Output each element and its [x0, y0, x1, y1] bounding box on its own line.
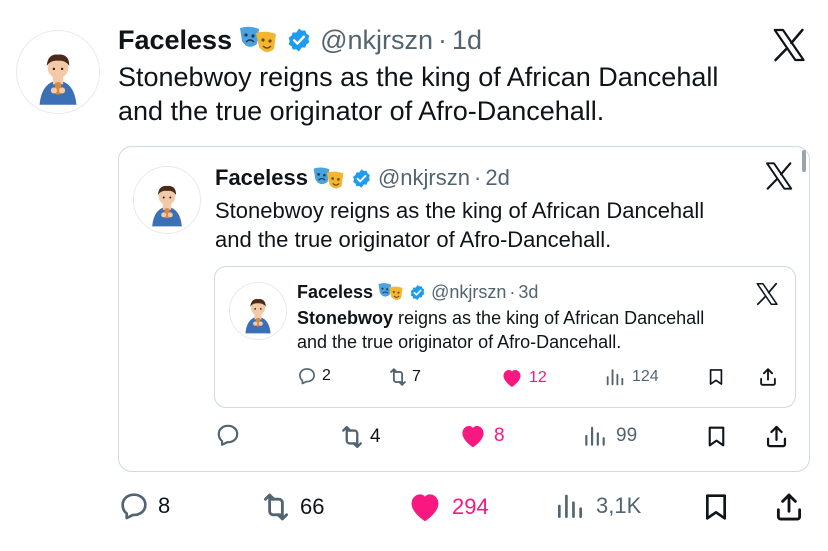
- bookmark-icon[interactable]: [706, 367, 726, 387]
- separator-dot: ·: [438, 24, 448, 55]
- like-count: 8: [494, 425, 505, 446]
- share-icon[interactable]: [763, 423, 790, 450]
- verified-badge-icon[interactable]: [409, 284, 426, 301]
- quote1-reply-button[interactable]: [215, 422, 247, 448]
- quote1-avatar[interactable]: [133, 166, 201, 234]
- verified-badge-icon[interactable]: [286, 27, 312, 53]
- theater-masks-emoji: [312, 166, 345, 191]
- quote1-views-button[interactable]: 99: [582, 423, 637, 449]
- timestamp[interactable]: 3d: [518, 282, 538, 303]
- x-logo-icon: [754, 281, 780, 307]
- reply-button[interactable]: 8: [118, 490, 170, 522]
- x-logo-icon: [770, 26, 808, 64]
- theater-masks-emoji: [377, 282, 404, 302]
- verified-badge-icon[interactable]: [351, 168, 372, 189]
- timestamp[interactable]: 2d: [485, 165, 509, 191]
- views-icon: [582, 423, 608, 449]
- repost-count: 7: [412, 368, 421, 385]
- reply-count: 8: [158, 493, 171, 518]
- share-icon[interactable]: [772, 490, 806, 524]
- avatar-image: [230, 283, 286, 339]
- repost-icon: [387, 366, 409, 388]
- x-logo-icon: [763, 160, 795, 192]
- tweet-header: Faceless @nkjrszn · 1d: [118, 20, 482, 60]
- quote1-text-line-2: and the true originator of Afro-Dancehal…: [215, 227, 612, 252]
- author-handle[interactable]: @nkjrszn: [431, 282, 506, 303]
- author-handle[interactable]: @nkjrszn: [320, 25, 433, 56]
- like-count: 294: [452, 494, 489, 519]
- quote2-text-line-2: and the true originator of Afro-Dancehal…: [297, 332, 622, 352]
- views-count: 124: [632, 368, 659, 385]
- quote2-text-rest: reigns as the king of African Dancehall: [393, 308, 705, 328]
- theater-masks-emoji: [238, 25, 278, 55]
- author-name[interactable]: Faceless: [215, 165, 308, 191]
- views-icon: [604, 366, 626, 388]
- repost-button[interactable]: 66: [258, 490, 324, 524]
- quote2-repost-button[interactable]: 7: [387, 366, 421, 388]
- tweet-text-line-1: Stonebwoy reigns as the king of African …: [118, 62, 719, 92]
- avatar-image: [134, 167, 200, 233]
- tweet-avatar[interactable]: [16, 30, 100, 114]
- quote1-text-line-1: Stonebwoy reigns as the king of African …: [215, 198, 705, 223]
- views-icon: [554, 490, 586, 522]
- quote2-text-line-1: Stonebwoy reigns as the king of African …: [297, 306, 704, 330]
- author-name[interactable]: Faceless: [297, 282, 373, 303]
- reply-icon: [215, 422, 241, 448]
- reply-icon: [297, 366, 317, 386]
- views-count: 3,1K: [596, 493, 642, 518]
- like-button[interactable]: 294: [406, 488, 489, 526]
- like-count: 12: [529, 369, 547, 386]
- timestamp[interactable]: 1d: [452, 25, 482, 56]
- quote2-views-button[interactable]: 124: [604, 366, 659, 388]
- bookmark-icon[interactable]: [700, 491, 732, 523]
- quote2-reply-button[interactable]: 2: [297, 366, 331, 386]
- separator-dot: ·: [474, 165, 482, 190]
- repost-icon: [258, 490, 294, 524]
- repost-icon: [338, 423, 366, 451]
- heart-icon: [458, 421, 488, 451]
- quote1-like-button[interactable]: 8: [458, 421, 505, 451]
- author-handle[interactable]: @nkjrszn: [378, 165, 470, 191]
- views-button[interactable]: 3,1K: [554, 490, 641, 522]
- heart-icon: [406, 488, 444, 526]
- quote-scrollbar[interactable]: [802, 150, 806, 172]
- quote2-like-button[interactable]: 12: [500, 366, 547, 390]
- heart-icon: [500, 366, 524, 390]
- quote2-header: Faceless @nkjrszn · 3d: [297, 279, 538, 305]
- reply-count: 2: [322, 367, 331, 384]
- views-count: 99: [616, 425, 638, 446]
- avatar-image: [17, 31, 99, 113]
- repost-count: 66: [300, 494, 325, 519]
- repost-count: 4: [370, 426, 381, 447]
- quote1-repost-button[interactable]: 4: [338, 423, 381, 451]
- quote1-header: Faceless @nkjrszn · 2d: [215, 162, 510, 194]
- separator-dot: ·: [509, 281, 516, 302]
- tweet-text-line-2: and the true originator of Afro-Dancehal…: [118, 96, 605, 126]
- quote2-mention-bold: Stonebwoy: [297, 308, 394, 328]
- bookmark-icon[interactable]: [704, 424, 729, 449]
- reply-icon: [118, 490, 150, 522]
- quote2-avatar[interactable]: [229, 282, 287, 340]
- author-name[interactable]: Faceless: [118, 25, 232, 56]
- share-icon[interactable]: [757, 366, 779, 388]
